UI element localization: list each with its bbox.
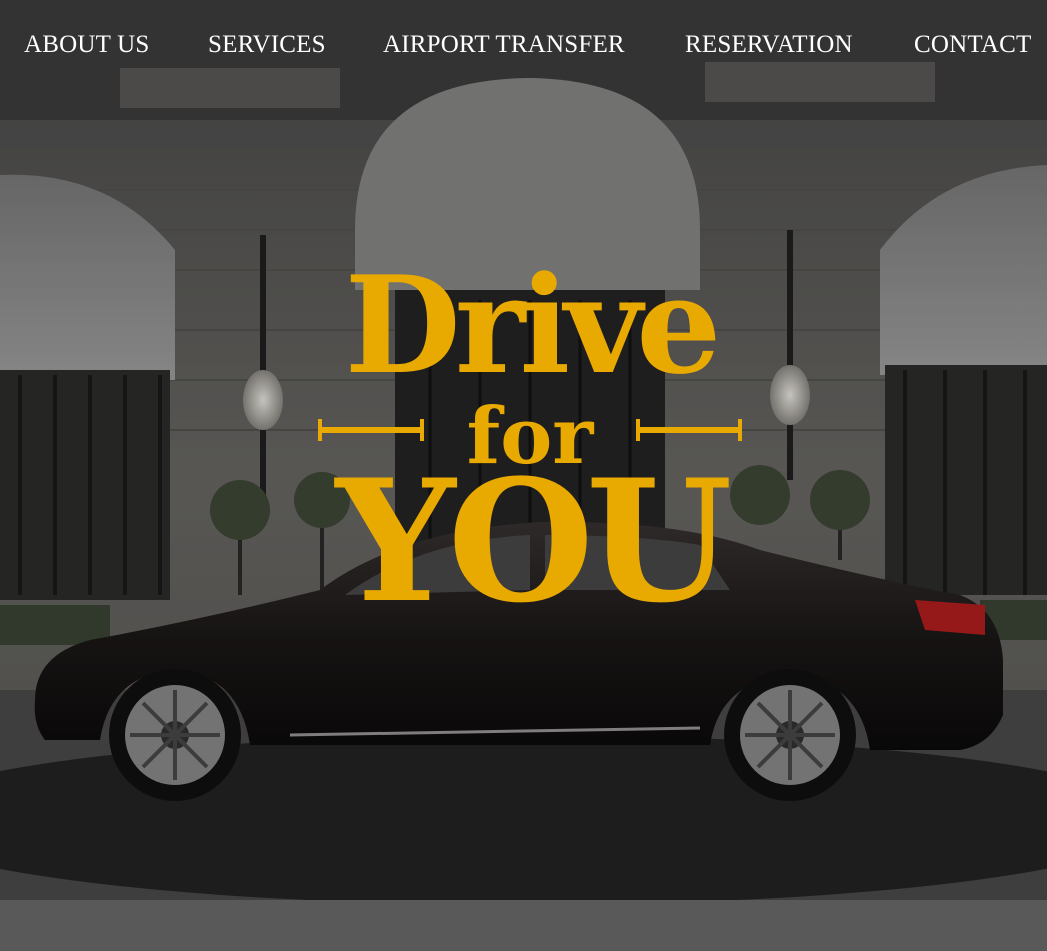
drive-for-you-logo: Drive for YOU [300,255,760,635]
nav-link-reservation[interactable]: RESERVATION [685,30,853,60]
nav-link-services[interactable]: SERVICES [208,30,326,60]
logo-right-rule [636,419,742,441]
nav-link-airport-transfer[interactable]: AIRPORT TRANSFER [383,30,625,60]
nav-link-about-us[interactable]: ABOUT US [24,30,149,60]
nav-link-contact[interactable]: CONTACT [914,30,1031,60]
main-navigation: ABOUT US SERVICES AIRPORT TRANSFER RESER… [0,0,1047,90]
logo-word-drive: Drive [344,246,722,404]
logo-word-you: YOU [335,442,733,640]
